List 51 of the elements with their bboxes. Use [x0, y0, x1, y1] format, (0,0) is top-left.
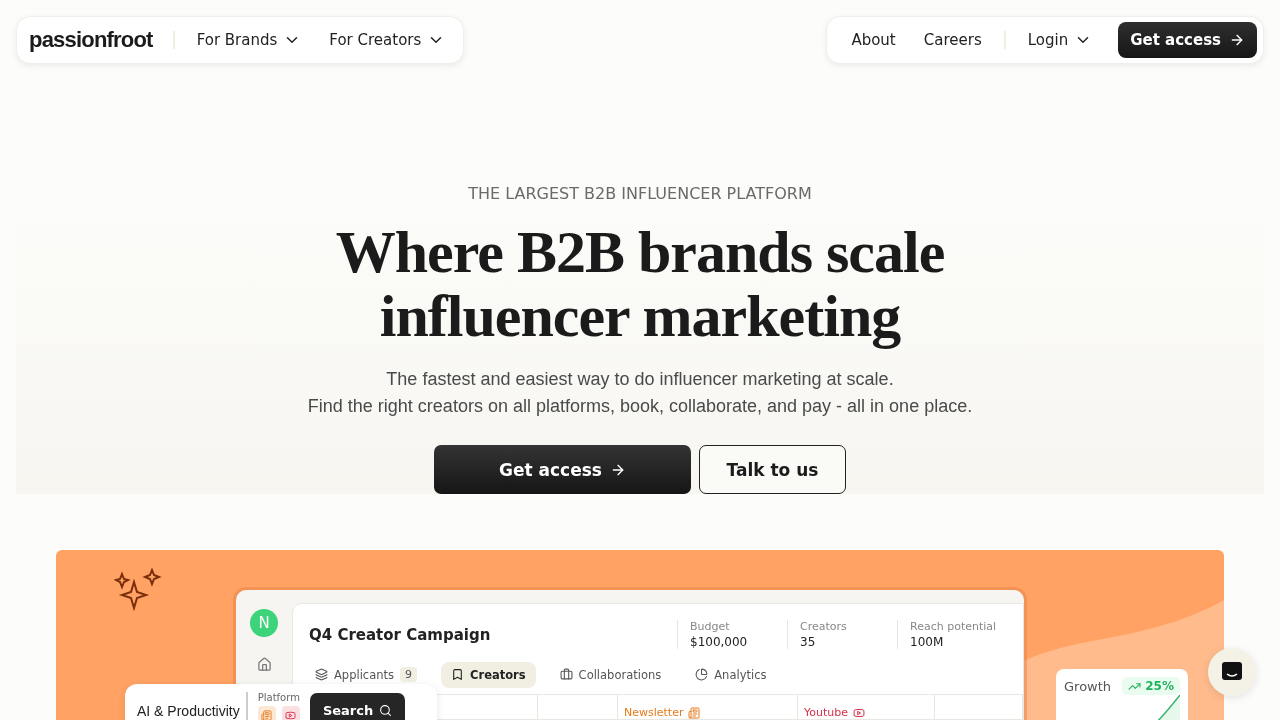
tab[interactable]: Applicants 9 — [305, 661, 427, 688]
campaign-title: Q4 Creator Campaign — [309, 625, 492, 644]
search-icon — [379, 703, 393, 717]
hero-title: Where B2B brands scale influencer marketing — [334, 220, 946, 348]
nav-link[interactable]: Careers — [911, 31, 994, 49]
play-icon — [853, 706, 865, 719]
nav-link[interactable]: About — [839, 31, 908, 49]
play-icon[interactable] — [281, 706, 300, 720]
get-access-button[interactable]: Get access — [1118, 22, 1257, 58]
chat-icon — [1221, 661, 1243, 683]
tab-label: Creators — [470, 667, 526, 682]
avatar: N — [250, 609, 278, 637]
bookmark-icon — [451, 668, 464, 681]
logo[interactable]: passionfroot — [29, 27, 163, 53]
stat-label: Reach potential — [910, 620, 998, 633]
tab-label: Applicants — [334, 667, 394, 682]
home-icon[interactable] — [256, 657, 272, 672]
pie-icon — [695, 668, 709, 681]
stack-icon — [315, 668, 328, 681]
tab[interactable]: Collaborations — [549, 661, 672, 688]
hero-kicker: THE LARGEST B2B INFLUENCER PLATFORM — [468, 184, 812, 204]
chat-button[interactable] — [1208, 648, 1256, 696]
login-menu[interactable]: Login — [1015, 31, 1105, 49]
tab-label: Analytics — [714, 667, 767, 682]
growth-label: Growth — [1064, 678, 1112, 694]
platform-label: Platform — [257, 692, 300, 703]
count-badge: 9 — [400, 667, 417, 682]
get-access-button[interactable]: Get access — [434, 445, 691, 494]
tab[interactable]: Analytics — [685, 661, 777, 688]
stat-value: 100M — [910, 635, 945, 649]
nav-menu-item[interactable]: For Creators — [317, 31, 458, 49]
hero-subtitle: Find the right creators on all platforms, book, collaborate, and pay - all in one place. — [307, 395, 973, 418]
column-header: Youtube — [804, 706, 865, 719]
hero-subtitle: The fastest and easiest way to do influencer marketing at scale. — [386, 368, 894, 391]
stat-label: Budget — [690, 620, 731, 633]
category-field[interactable]: AI & Productivity — [135, 692, 248, 720]
stat-label: Creators — [800, 620, 848, 633]
column-header: Newsletter — [624, 706, 701, 719]
tab[interactable]: Creators — [441, 661, 536, 688]
arrow-right-icon — [1229, 32, 1245, 48]
nav-menu-item[interactable]: For Brands — [184, 31, 314, 49]
briefcase-icon — [559, 668, 573, 681]
document-icon — [688, 706, 701, 719]
stat-value: $100,000 — [690, 635, 749, 649]
sparkles-icon — [114, 568, 162, 612]
search-button[interactable]: Search — [309, 693, 406, 720]
talk-to-us-button[interactable]: Talk to us — [699, 445, 846, 494]
stat-value: 35 — [800, 635, 817, 649]
document-icon[interactable] — [257, 706, 276, 720]
growth-badge: 25% — [1122, 677, 1180, 695]
tab-label: Collaborations — [578, 667, 662, 682]
